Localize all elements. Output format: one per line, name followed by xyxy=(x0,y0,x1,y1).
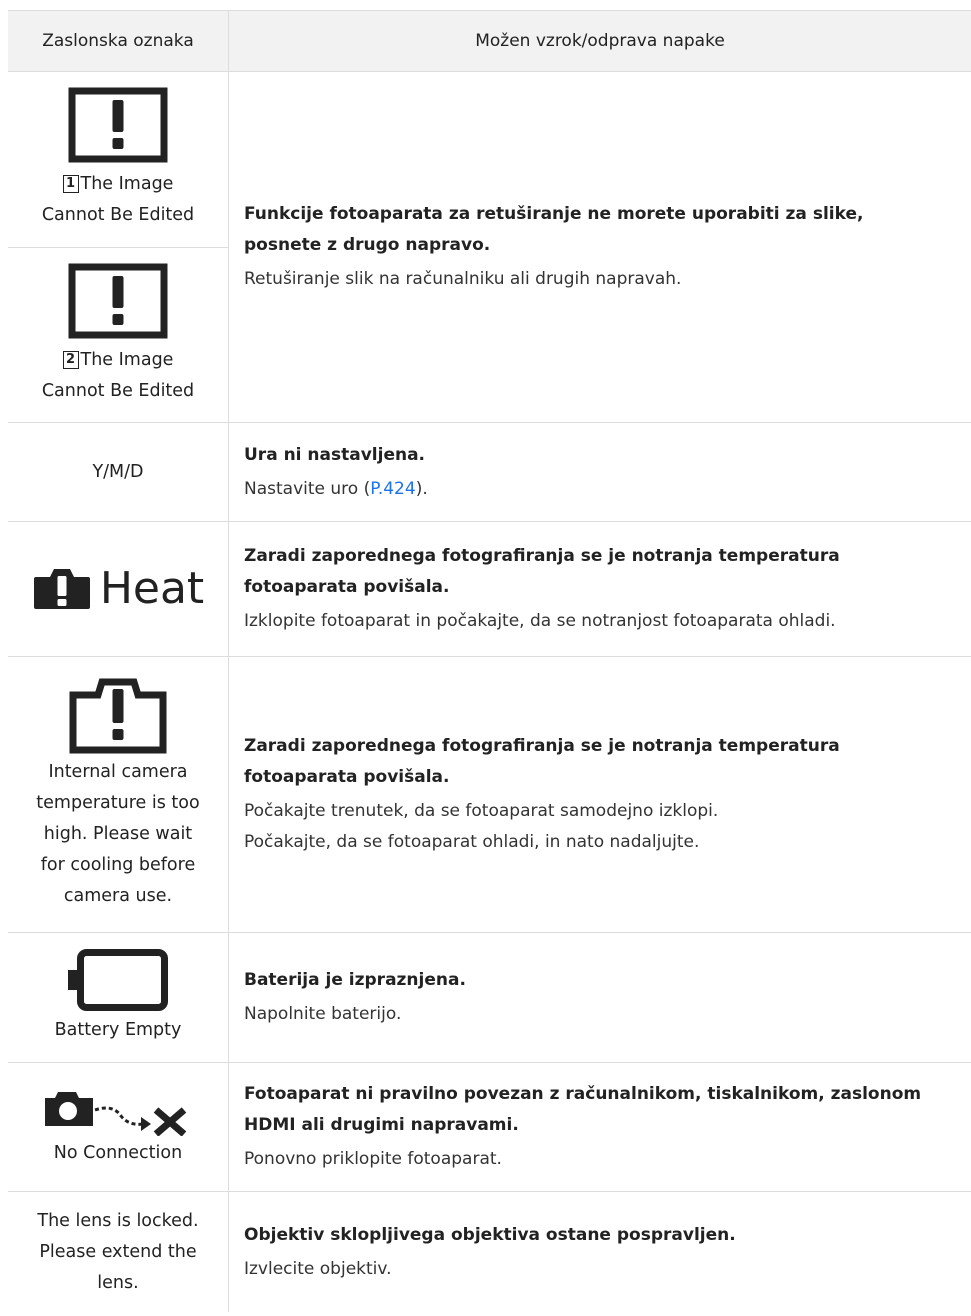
error-message-table: Zaslonska oznaka Možen vzrok/odprava nap… xyxy=(8,10,971,1312)
table-row: Internal camera temperature is too high.… xyxy=(8,657,971,933)
indication-cell: Internal camera temperature is too high.… xyxy=(8,657,229,932)
indication-heat: Heat xyxy=(8,522,228,656)
remedy-text: Nastavite uro (P.424). xyxy=(244,478,428,499)
indication-cell: Y/M/D xyxy=(8,423,229,521)
remedy-text: Retuširanje slik na računalniku ali drug… xyxy=(244,269,682,289)
indication-cell: Heat xyxy=(8,522,229,656)
cause-cell: Fotoaparat ni pravilno povezan z računal… xyxy=(229,1063,971,1191)
table-row: Y/M/D Ura ni nastavljena. Nastavite uro … xyxy=(8,423,971,522)
cause-heading: Ura ni nastavljena. xyxy=(244,444,426,465)
indication-cell: The lens is locked. Please extend the le… xyxy=(8,1192,229,1312)
indication-text: Internal camera temperature is too high.… xyxy=(36,762,200,906)
remedy-text: Napolnite baterijo. xyxy=(244,1004,402,1024)
table-row: 1 The Image Cannot Be Edited 2 The Image C… xyxy=(8,72,971,423)
card-slot-badge: 2 xyxy=(62,350,79,369)
indication-cell: 1 The Image Cannot Be Edited 2 The Image C… xyxy=(8,72,229,422)
battery-empty-icon xyxy=(68,949,168,1011)
cause-heading: Zaradi zaporednega fotografiranja se je … xyxy=(244,736,840,787)
indication-no-connection: No Connection xyxy=(8,1063,228,1191)
indication-battery: Battery Empty xyxy=(8,933,228,1062)
remedy-text: Izvlecite objektiv. xyxy=(244,1258,392,1279)
indication-internal-temp: Internal camera temperature is too high.… xyxy=(8,657,228,932)
table-row: No Connection Fotoaparat ni pravilno pov… xyxy=(8,1063,971,1192)
indication-cell: No Connection xyxy=(8,1063,229,1191)
heat-label: Heat xyxy=(99,563,205,614)
remedy-text: Ponovno priklopite fotoaparat. xyxy=(244,1149,502,1169)
header-cause-remedy: Možen vzrok/odprava napake xyxy=(475,31,725,51)
warning-screen-icon xyxy=(68,87,168,163)
remedy-text: Počakajte, da se fotoaparat ohladi, in n… xyxy=(244,832,700,852)
page-link[interactable]: P.424 xyxy=(370,479,415,499)
cause-cell: Zaradi zaporednega fotografiranja se je … xyxy=(229,657,971,932)
camera-outline-warning-icon xyxy=(69,678,167,754)
cause-cell: Ura ni nastavljena. Nastavite uro (P.424… xyxy=(229,423,971,521)
card-slot-badge: 1 xyxy=(62,175,79,194)
table-row: Heat Zaradi zaporednega fotografiranja s… xyxy=(8,522,971,657)
indication-card1-cannot-edit: 1 The Image Cannot Be Edited xyxy=(8,72,228,248)
warning-screen-icon xyxy=(68,263,168,339)
table-row: The lens is locked. Please extend the le… xyxy=(8,1192,971,1312)
camera-warning-icon xyxy=(33,569,90,609)
indication-lens-locked: The lens is locked. Please extend the le… xyxy=(37,1210,199,1293)
cause-cell: Objektiv sklopljivega objektiva ostane p… xyxy=(229,1192,971,1312)
cause-heading: Baterija je izpraznjena. xyxy=(244,970,466,990)
indication-text: 1 The Image Cannot Be Edited xyxy=(41,174,195,226)
header-display-indication: Zaslonska oznaka xyxy=(8,11,229,71)
indication-date-label: Y/M/D xyxy=(92,461,144,482)
no-connection-icon xyxy=(45,1091,187,1136)
indication-cell: Battery Empty xyxy=(8,933,229,1062)
table-header: Zaslonska oznaka Možen vzrok/odprava nap… xyxy=(8,11,971,72)
table-row: Battery Empty Baterija je izpraznjena. N… xyxy=(8,933,971,1063)
cause-heading: Objektiv sklopljivega objektiva ostane p… xyxy=(244,1224,736,1245)
cause-cell: Zaradi zaporednega fotografiranja se je … xyxy=(229,522,971,656)
indication-text: 2 The Image Cannot Be Edited xyxy=(41,349,195,401)
cause-cell: Funkcije fotoaparata za retuširanje ne m… xyxy=(229,72,971,422)
remedy-text: Izklopite fotoaparat in počakajte, da se… xyxy=(244,611,836,631)
remedy-text: Počakajte trenutek, da se fotoaparat sam… xyxy=(244,801,719,821)
cause-heading: Funkcije fotoaparata za retuširanje ne m… xyxy=(244,204,864,255)
cause-heading: Zaradi zaporednega fotografiranja se je … xyxy=(244,546,840,597)
cause-cell: Baterija je izpraznjena. Napolnite bater… xyxy=(229,933,971,1062)
cause-heading: Fotoaparat ni pravilno povezan z računal… xyxy=(244,1084,922,1135)
indication-card2-cannot-edit: 2 The Image Cannot Be Edited xyxy=(8,248,228,423)
